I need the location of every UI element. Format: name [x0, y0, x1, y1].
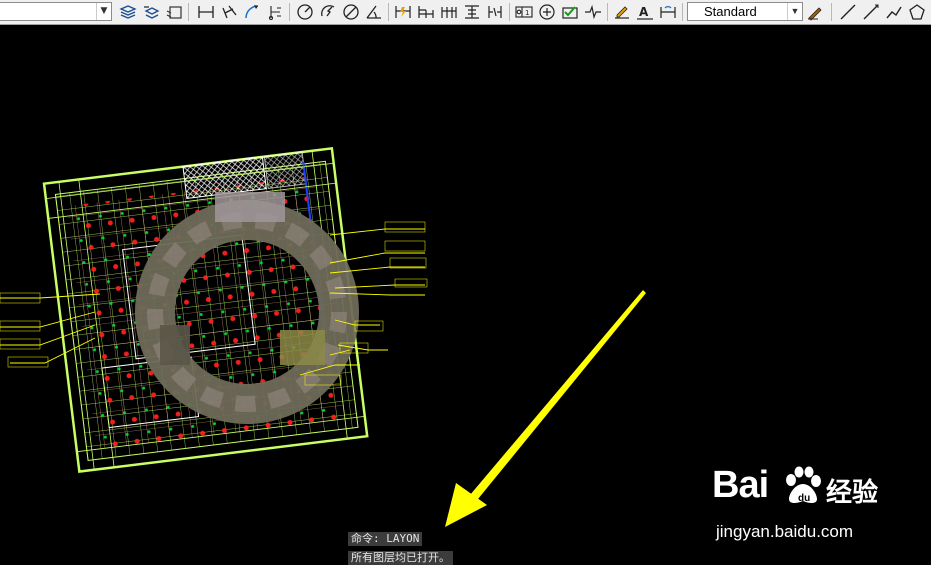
watermark-logo-text: Bai	[712, 464, 769, 506]
dim-space-icon[interactable]	[462, 2, 482, 22]
dim-continue-icon[interactable]	[439, 2, 459, 22]
command-history-line: 命令: LAYON	[348, 532, 423, 546]
dim-ordinate-icon[interactable]	[265, 2, 285, 22]
dim-style-icon[interactable]	[806, 2, 826, 22]
dim-text-edit-icon[interactable]: A	[635, 2, 655, 22]
dim-inspect-icon[interactable]	[560, 2, 580, 22]
dim-jogged-linear-icon[interactable]	[583, 2, 603, 22]
dimension-toolbar: ▼ 1 A Standard ▼	[0, 0, 931, 25]
pointer-arrow	[445, 290, 646, 527]
dim-aligned-icon[interactable]	[219, 2, 239, 22]
svg-text:1: 1	[525, 9, 529, 17]
polygon-icon[interactable]	[907, 2, 927, 22]
chevron-down-icon[interactable]: ▼	[787, 3, 802, 20]
dim-style-value: Standard	[704, 4, 757, 19]
dim-update-icon[interactable]	[658, 2, 678, 22]
dim-edit-icon[interactable]	[612, 2, 632, 22]
dim-break-icon[interactable]	[485, 2, 505, 22]
paw-icon: du	[786, 466, 821, 504]
line-icon[interactable]	[838, 2, 858, 22]
dim-radius-icon[interactable]	[295, 2, 315, 22]
watermark-suffix: 经验	[826, 478, 879, 508]
layer-previous-icon[interactable]	[141, 2, 161, 22]
floor-plan	[42, 146, 369, 473]
dim-linear-icon[interactable]	[196, 2, 216, 22]
center-mark-icon[interactable]	[537, 2, 557, 22]
polyline-icon[interactable]	[884, 2, 904, 22]
dim-diameter-icon[interactable]	[341, 2, 361, 22]
ray-icon[interactable]	[861, 2, 881, 22]
dim-angular-icon[interactable]	[364, 2, 384, 22]
command-result-line: 所有图层均已打开。	[348, 551, 453, 565]
dim-jogged-icon[interactable]	[318, 2, 338, 22]
chevron-down-icon[interactable]: ▼	[96, 3, 111, 20]
quick-dim-icon[interactable]	[393, 2, 413, 22]
svg-text:du: du	[798, 493, 810, 504]
dim-arc-icon[interactable]	[242, 2, 262, 22]
layer-state-icon[interactable]	[164, 2, 184, 22]
layer-properties-icon[interactable]	[118, 2, 138, 22]
layer-dropdown[interactable]: ▼	[0, 2, 112, 21]
tolerance-icon[interactable]: 1	[514, 2, 534, 22]
dim-style-dropdown[interactable]: Standard ▼	[687, 2, 803, 21]
baidu-watermark: Bai du 经验 jingyan.baidu.com	[712, 464, 902, 544]
dim-baseline-icon[interactable]	[416, 2, 436, 22]
svg-text:A: A	[639, 5, 649, 19]
watermark-url: jingyan.baidu.com	[716, 522, 854, 541]
